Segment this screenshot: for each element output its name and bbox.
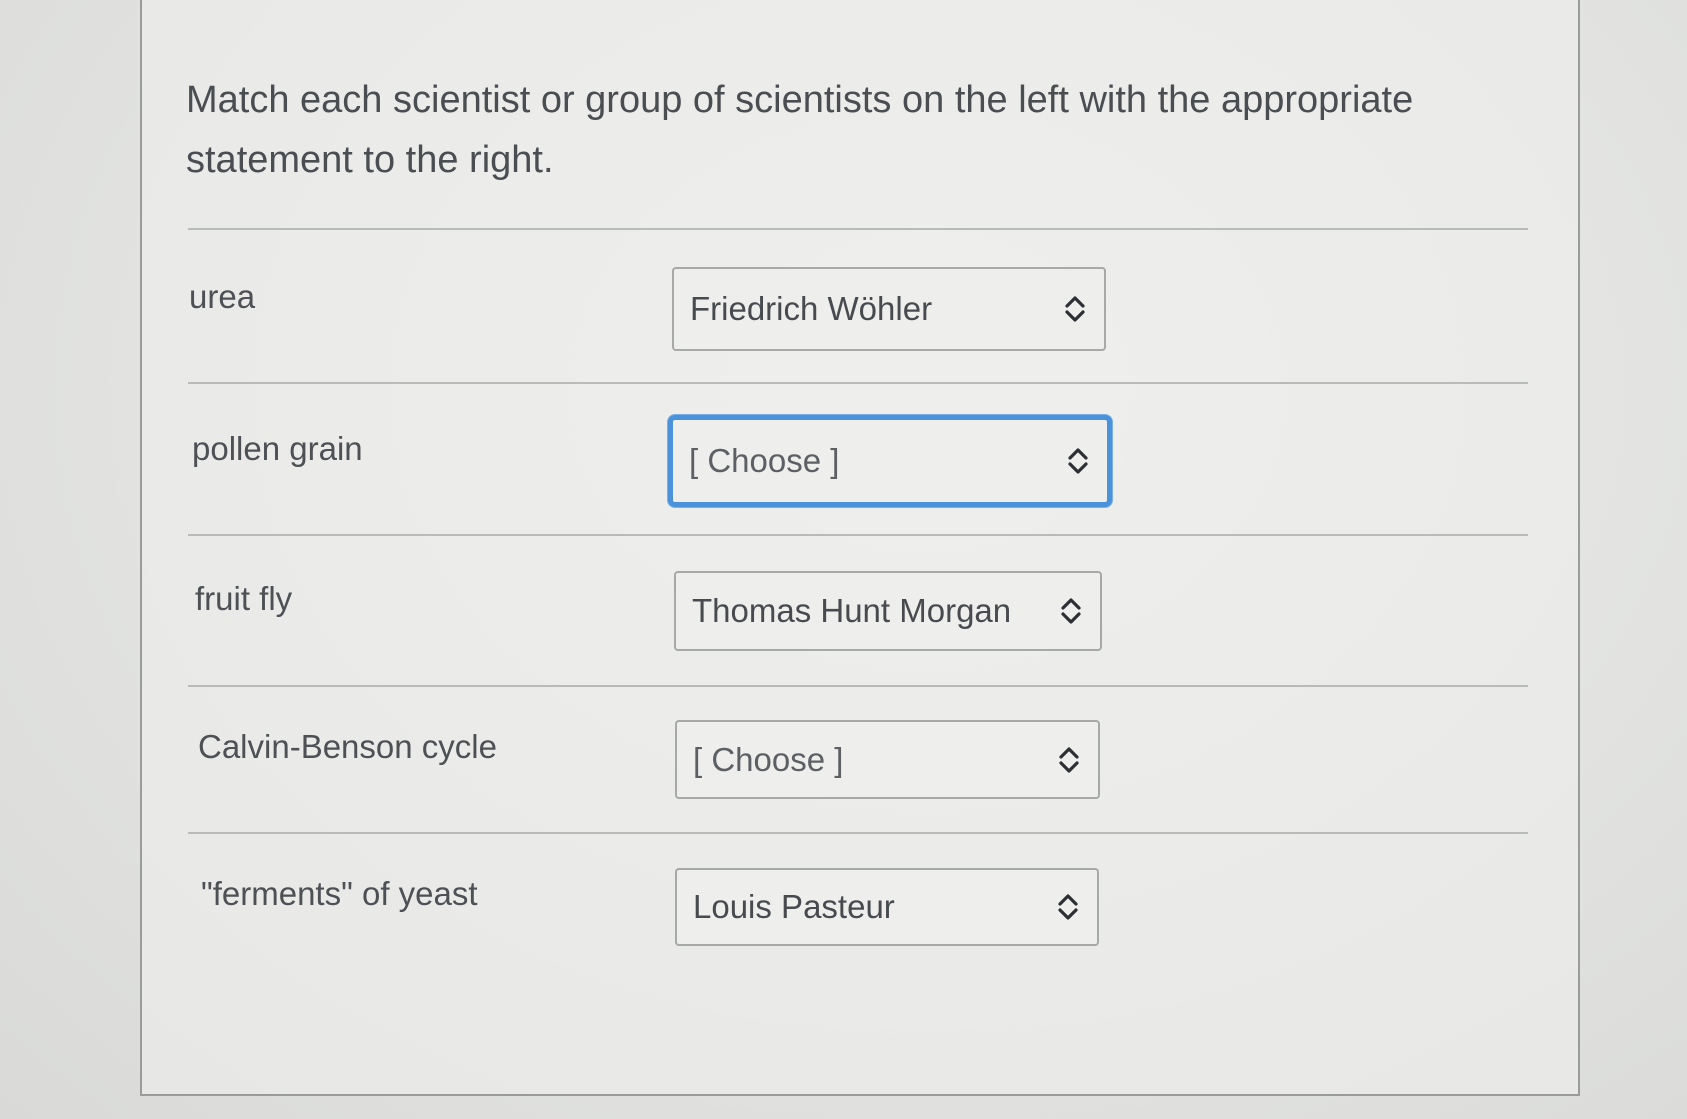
answer-select-ferments-of-yeast[interactable]: Louis Pasteur [675, 868, 1099, 946]
chevron-up-down-icon [1054, 743, 1084, 777]
divider [188, 382, 1528, 384]
select-value: Louis Pasteur [693, 888, 895, 925]
answer-select-urea[interactable]: Friedrich Wöhler [672, 267, 1106, 351]
prompt-label-ferments-of-yeast: "ferments" of yeast [201, 875, 478, 912]
prompt-label-urea: urea [189, 278, 256, 315]
answer-select-fruit-fly[interactable]: Thomas Hunt Morgan [674, 571, 1102, 651]
prompt-label-pollen-grain: pollen grain [192, 430, 363, 467]
answer-select-calvin-benson-cycle[interactable]: [ Choose ] [675, 720, 1100, 799]
question-line-2: statement to the right. [186, 139, 554, 181]
chevron-up-down-icon [1060, 292, 1090, 326]
divider [188, 228, 1528, 230]
chevron-up-down-icon [1053, 890, 1083, 924]
prompt-label-fruit-fly: fruit fly [195, 580, 293, 617]
answer-select-pollen-grain[interactable]: [ Choose ] [668, 415, 1112, 507]
chevron-up-down-icon [1056, 594, 1086, 628]
select-value: Friedrich Wöhler [690, 290, 933, 327]
prompt-label-calvin-benson-cycle: Calvin-Benson cycle [198, 728, 497, 765]
question-panel: Match each scientist or group of scienti… [140, 0, 1580, 1096]
divider [188, 534, 1528, 536]
chevron-up-down-icon [1063, 444, 1093, 478]
screen: Match each scientist or group of scienti… [0, 0, 1687, 1119]
question-line-1: Match each scientist or group of scienti… [186, 79, 1414, 121]
select-value: [ Choose ] [689, 442, 840, 479]
divider [188, 832, 1528, 834]
question-text: Match each scientist or group of scienti… [186, 70, 1486, 190]
divider [188, 685, 1528, 687]
select-value: [ Choose ] [693, 740, 844, 778]
select-value: Thomas Hunt Morgan [692, 592, 1012, 629]
